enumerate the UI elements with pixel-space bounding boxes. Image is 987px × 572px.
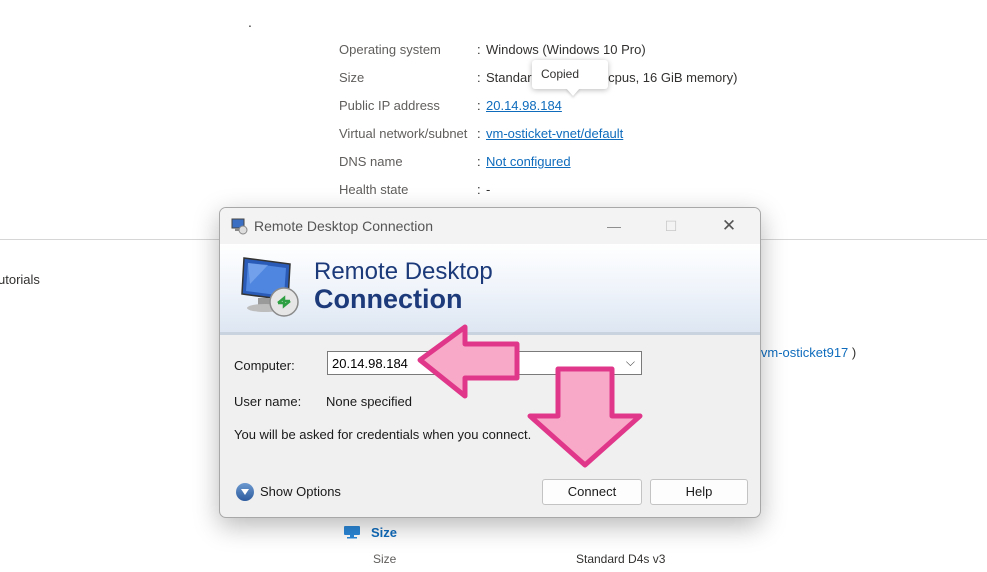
property-value-link[interactable]: 20.14.98.184 <box>486 98 562 113</box>
banner-stripe <box>220 332 760 335</box>
banner-title-line1: Remote Desktop <box>314 258 493 285</box>
copied-tooltip: Copied <box>532 60 608 89</box>
property-colon: : <box>477 42 481 57</box>
property-value-link[interactable]: Not configured <box>486 154 571 169</box>
rdp-app-icon <box>231 218 248 235</box>
property-key: Operating system <box>339 42 441 57</box>
credentials-info: You will be asked for credentials when y… <box>234 427 532 442</box>
computer-combobox[interactable]: 20.14.98.184 ⌵ <box>327 351 642 375</box>
property-colon: : <box>477 126 481 141</box>
close-button[interactable]: ✕ <box>700 208 758 244</box>
computer-field-value: 20.14.98.184 <box>332 356 408 371</box>
vm-suffix: ) <box>848 345 857 360</box>
property-colon: : <box>477 98 481 113</box>
property-colon: : <box>477 182 481 197</box>
username-label: User name: <box>234 394 302 409</box>
property-key: Virtual network/subnet <box>339 126 468 141</box>
vm-name-link[interactable]: vm-osticket917 <box>761 345 848 360</box>
monitor-icon <box>344 526 360 539</box>
property-value-link[interactable]: vm-osticket-vnet/default <box>486 126 623 141</box>
minimize-button[interactable]: — <box>585 208 643 244</box>
banner-title-line2: Connection <box>314 284 463 314</box>
rdp-dialog: Remote Desktop Connection — ☐ ✕ Remote D… <box>219 207 761 518</box>
property-key: Size <box>339 70 365 85</box>
property-row: Size: Standard D4s v3 (4 vcpus, 16 GiB me… <box>339 70 899 92</box>
property-key: Health state <box>339 182 409 197</box>
property-row: Health state: - <box>339 182 899 204</box>
size-section-heading: Size <box>343 525 397 540</box>
size-value: Standard D4s v3 <box>576 552 666 566</box>
property-row: Operating system: Windows (Windows 10 Pro… <box>339 42 899 64</box>
remote-desktop-logo <box>241 257 299 317</box>
property-key: Public IP address <box>339 98 440 113</box>
chevron-down-icon[interactable]: ⌵ <box>626 355 635 370</box>
property-row: Virtual network/subnet: vm-osticket-vnet/… <box>339 126 899 148</box>
tutorials-label: utorials <box>0 272 40 287</box>
property-value: - <box>486 182 491 197</box>
window-title: Remote Desktop Connection <box>254 218 433 234</box>
property-colon: : <box>477 154 481 169</box>
help-button[interactable]: Help <box>650 479 748 505</box>
property-key: DNS name <box>339 154 403 169</box>
size-section-title: Size <box>371 525 398 540</box>
property-value: Windows (Windows 10 Pro) <box>486 42 646 57</box>
show-options-toggle[interactable]: Show Options <box>236 483 341 501</box>
maximize-button[interactable]: ☐ <box>642 208 700 244</box>
computer-label: Computer: <box>234 358 295 373</box>
username-value: None specified <box>326 394 412 409</box>
vm-reference: e vm-osticket917 ) <box>750 345 856 360</box>
show-options-label: Show Options <box>260 484 341 499</box>
banner: Remote Desktop Connection <box>220 244 760 333</box>
property-colon: : <box>477 70 481 85</box>
connect-button[interactable]: Connect <box>542 479 642 505</box>
property-value: Standard D4s v3 (4 vcpus, 16 GiB memory) <box>486 70 738 85</box>
title-bar[interactable]: Remote Desktop Connection — ☐ ✕ <box>220 208 760 244</box>
property-row: DNS name: Not configured <box>339 154 899 176</box>
tooltip-pointer <box>566 88 580 96</box>
expand-arrow-icon <box>236 483 254 501</box>
size-label: Size <box>373 552 397 566</box>
stray-dot: . <box>248 14 252 30</box>
property-row: Public IP address:20.14.98.184 <box>339 98 899 120</box>
